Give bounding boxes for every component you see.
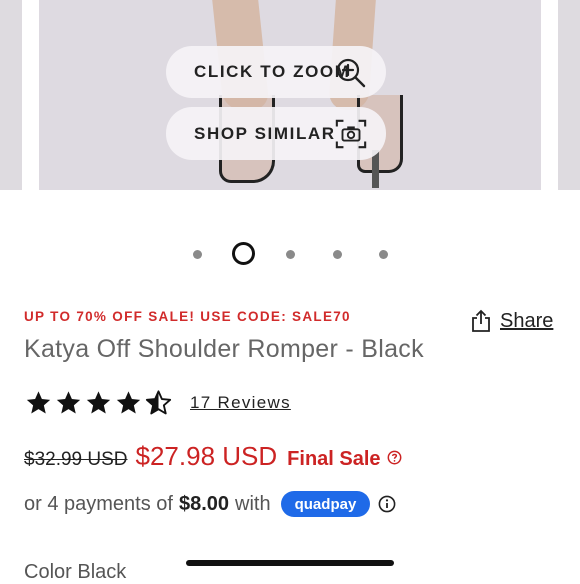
price-row: $32.99 USD $27.98 USD Final Sale <box>24 441 402 472</box>
help-icon[interactable] <box>387 450 402 465</box>
product-image-gallery[interactable]: CLICK TO ZOOM SHOP SIMILAR <box>0 0 580 192</box>
installment-amount: $8.00 <box>178 492 230 515</box>
star-filled-icon <box>26 391 51 414</box>
shop-similar-label: SHOP SIMILAR <box>194 123 336 143</box>
next-image-preview[interactable] <box>558 0 580 190</box>
star-filled-icon <box>86 391 111 414</box>
installment-row: or 4 payments of $8.00 with quadpay <box>24 491 396 517</box>
pagination-dot[interactable] <box>379 250 388 259</box>
home-indicator[interactable] <box>186 560 394 566</box>
previous-image-preview[interactable] <box>0 0 22 190</box>
pagination-dot[interactable] <box>333 250 342 259</box>
reviews-link[interactable]: 17 Reviews <box>190 393 291 413</box>
pagination-dot[interactable] <box>286 250 295 259</box>
zoom-in-icon <box>336 58 366 88</box>
product-title: Katya Off Shoulder Romper - Black <box>24 335 424 363</box>
sale-price: $27.98 USD <box>135 441 278 471</box>
promo-banner: UP TO 70% OFF SALE! USE CODE: SALE70 <box>24 309 351 324</box>
installment-prefix: or 4 payments of <box>24 492 173 515</box>
star-filled-icon <box>116 391 141 414</box>
quadpay-badge[interactable]: quadpay <box>280 491 371 517</box>
click-to-zoom-label: CLICK TO ZOOM <box>194 62 351 81</box>
pagination-dot[interactable] <box>193 250 202 259</box>
info-icon[interactable] <box>378 495 396 513</box>
share-button[interactable]: Share <box>470 309 553 333</box>
share-label: Share <box>500 309 554 332</box>
rating-stars <box>24 389 174 417</box>
share-icon <box>472 309 490 332</box>
installment-suffix: with <box>235 492 271 515</box>
click-to-zoom-button[interactable]: CLICK TO ZOOM <box>166 46 386 98</box>
final-sale-label: Final Sale <box>287 448 381 470</box>
image-pagination <box>0 241 580 267</box>
camera-icon <box>335 119 367 149</box>
shop-similar-button[interactable]: SHOP SIMILAR <box>166 107 386 160</box>
original-price: $32.99 USD <box>24 449 128 470</box>
star-half-icon <box>145 390 172 415</box>
color-selection-label: Color Black <box>24 561 127 583</box>
pagination-dot-active[interactable] <box>232 242 255 265</box>
star-filled-icon <box>56 391 81 414</box>
product-rating: 17 Reviews <box>24 389 291 417</box>
